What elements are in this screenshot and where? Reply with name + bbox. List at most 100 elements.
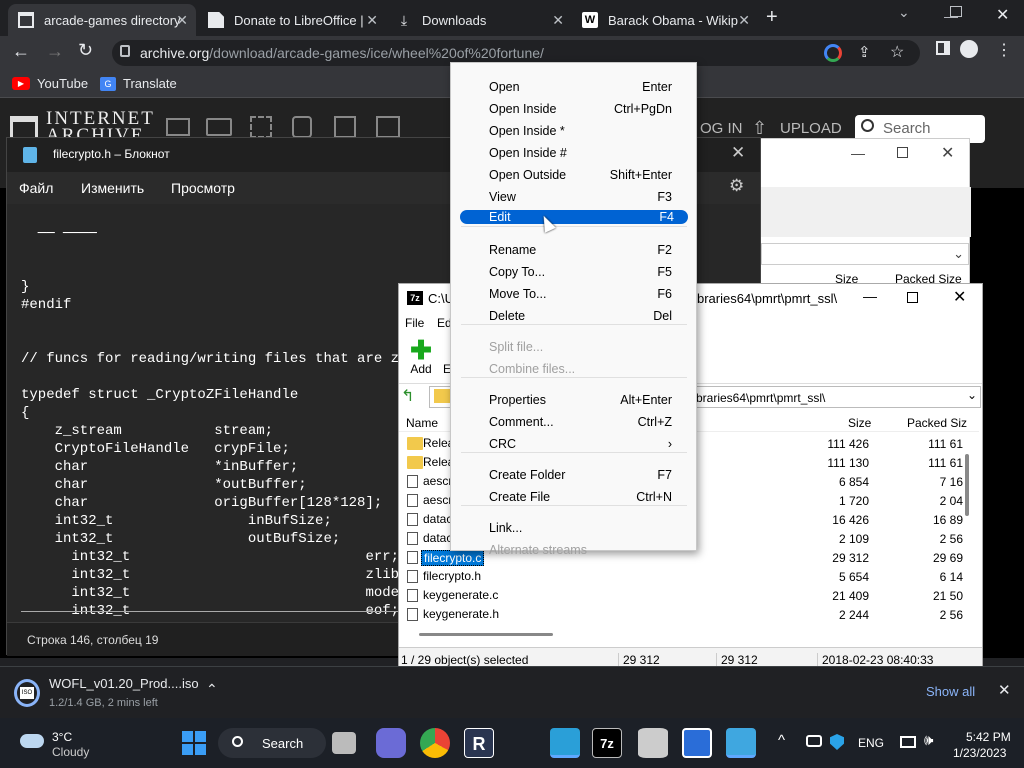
table-row[interactable]: filecrypto.h 5 654 6 14 (399, 567, 969, 586)
close-tab-icon[interactable]: ✕ (738, 12, 750, 29)
menu-item-open-inside[interactable]: Open Inside # (453, 142, 694, 164)
maximize-button[interactable] (907, 292, 918, 303)
shield-icon[interactable] (830, 734, 844, 750)
clock-time[interactable]: 5:42 PM (966, 730, 1011, 744)
upload-link[interactable]: UPLOAD (780, 120, 842, 137)
show-all-link[interactable]: Show all (926, 684, 975, 699)
tab-wikipedia[interactable]: W Barack Obama - Wikip ✕ (572, 4, 758, 36)
database-icon[interactable] (638, 728, 668, 758)
profile-avatar[interactable] (960, 40, 978, 58)
task-view-icon[interactable] (332, 732, 356, 754)
menu-item-edit[interactable]: Edit F4 (460, 210, 688, 224)
login-link[interactable]: OG IN (700, 120, 743, 137)
texts-icon[interactable] (206, 118, 232, 136)
minimize-button[interactable]: — (863, 288, 877, 304)
clock-date[interactable]: 1/23/2023 (953, 746, 1006, 760)
close-tab-icon[interactable]: ✕ (731, 143, 745, 163)
context-menu[interactable]: Open Enter Open Inside Ctrl+PgDn Open Inside… (450, 62, 697, 557)
bookmark-translate[interactable]: G Translate (100, 76, 177, 91)
more-menu-icon[interactable]: ⋮ (996, 40, 1012, 60)
menu-item-properties[interactable]: Properties Alt+Enter (453, 389, 694, 411)
gear-icon[interactable]: ⚙ (729, 176, 744, 196)
google-lens-icon[interactable] (824, 44, 842, 62)
menu-item-open-outside[interactable]: Open Outside Shift+Enter (453, 164, 694, 186)
menu-item-create-folder[interactable]: Create Folder F7 (453, 464, 694, 486)
chevron-up-icon[interactable]: ^ (778, 732, 785, 749)
r-app-icon[interactable]: R (464, 728, 494, 758)
weather-temp[interactable]: 3°C (52, 730, 72, 744)
chat-icon[interactable] (376, 728, 406, 758)
chrome-icon[interactable] (420, 728, 450, 758)
bookmark-youtube[interactable]: ▶ YouTube (12, 76, 88, 91)
table-row[interactable]: keygenerate.c 21 409 21 50 (399, 586, 969, 605)
chevron-down-icon[interactable]: ⌄ (953, 246, 964, 262)
menu-item-split-file[interactable]: Split file... (453, 336, 694, 358)
vertical-scrollbar[interactable] (965, 454, 969, 516)
software-icon[interactable] (334, 116, 356, 138)
close-tab-icon[interactable]: ✕ (552, 12, 564, 29)
volume-icon[interactable]: 🕪 (924, 732, 933, 749)
column-name[interactable]: Name (406, 416, 438, 430)
back-icon[interactable]: ← (12, 41, 30, 62)
download-filename[interactable]: WOFL_v01.20_Prod....iso (49, 676, 199, 691)
chevron-up-icon[interactable]: ⌃ (206, 681, 218, 698)
menu-item-copy-to[interactable]: Copy To... F5 (453, 261, 694, 283)
menu-file[interactable]: Файл (19, 180, 53, 196)
menu-edit[interactable]: Изменить (81, 180, 144, 196)
menu-item-link[interactable]: Link... (453, 517, 694, 539)
close-tab-icon[interactable]: ✕ (176, 12, 188, 29)
windows-start-icon[interactable] (182, 731, 206, 755)
restore-window-button[interactable] (950, 6, 962, 17)
menu-item-move-to[interactable]: Move To... F6 (453, 283, 694, 305)
new-tab-button[interactable]: + (766, 6, 778, 29)
column-size[interactable]: Size (848, 416, 871, 430)
column-packed[interactable]: Packed Siz (907, 416, 967, 430)
minimize-button[interactable]: — (851, 145, 865, 161)
chevron-down-icon[interactable]: ⌄ (967, 388, 977, 402)
up-folder-icon[interactable]: ↰ (401, 386, 421, 406)
reload-icon[interactable]: ↻ (78, 40, 93, 61)
menu-item-alternate-streams[interactable]: Alternate streams (453, 539, 694, 561)
tab-downloads[interactable]: ⤓ Downloads ✕ (386, 4, 572, 36)
menu-file[interactable]: File (405, 316, 424, 330)
audio-icon[interactable] (292, 116, 312, 138)
share-icon[interactable]: ⇪ (858, 43, 871, 61)
menu-item-open-inside[interactable]: Open Inside * (453, 120, 694, 142)
tab-arcade-games[interactable]: arcade-games directory ✕ (8, 4, 196, 36)
menu-item-open[interactable]: Open Enter (453, 76, 694, 98)
upload-icon[interactable]: ⇧ (752, 118, 767, 139)
table-row[interactable]: keygenerate.h 2 244 2 56 (399, 605, 969, 624)
taskbar-search[interactable]: Search (218, 728, 326, 758)
weather-desc[interactable]: Cloudy (52, 745, 89, 759)
tab-libreoffice[interactable]: Donate to LibreOffice | ✕ (198, 4, 386, 36)
path-combobox[interactable]: ⌄ (761, 243, 969, 265)
menu-item-comment[interactable]: Comment... Ctrl+Z (453, 411, 694, 433)
close-tab-icon[interactable]: ✕ (366, 12, 378, 29)
menu-view[interactable]: Просмотр (171, 180, 235, 196)
maximize-button[interactable] (897, 147, 908, 158)
cloud-icon[interactable] (20, 734, 44, 748)
web-icon[interactable] (166, 118, 190, 136)
close-button[interactable]: ✕ (941, 143, 954, 163)
close-button[interactable]: ✕ (953, 287, 966, 307)
add-button[interactable]: ✚ Add (407, 337, 435, 382)
close-window-button[interactable]: ✕ (996, 5, 1009, 25)
chevron-down-icon[interactable]: ⌄ (898, 4, 910, 21)
horizontal-scrollbar[interactable] (419, 633, 553, 636)
onedrive-icon[interactable] (806, 735, 822, 747)
forward-icon[interactable]: → (46, 41, 64, 62)
language-indicator[interactable]: ENG (858, 736, 884, 750)
7zip-taskbar-icon[interactable]: 7z (592, 728, 622, 758)
menu-item-open-inside[interactable]: Open Inside Ctrl+PgDn (453, 98, 694, 120)
images-icon[interactable] (376, 116, 400, 138)
side-panel-icon[interactable] (936, 41, 950, 55)
document-icon[interactable] (682, 728, 712, 758)
display-icon[interactable] (900, 736, 916, 748)
bookmark-star-icon[interactable]: ☆ (890, 42, 904, 62)
notepad-taskbar-icon[interactable] (726, 728, 756, 758)
remote-desktop-icon[interactable] (550, 728, 580, 758)
menu-item-rename[interactable]: Rename F2 (453, 239, 694, 261)
close-download-bar[interactable]: ✕ (998, 681, 1011, 699)
menu-item-view[interactable]: View F3 (453, 186, 694, 208)
video-icon[interactable] (250, 116, 272, 138)
